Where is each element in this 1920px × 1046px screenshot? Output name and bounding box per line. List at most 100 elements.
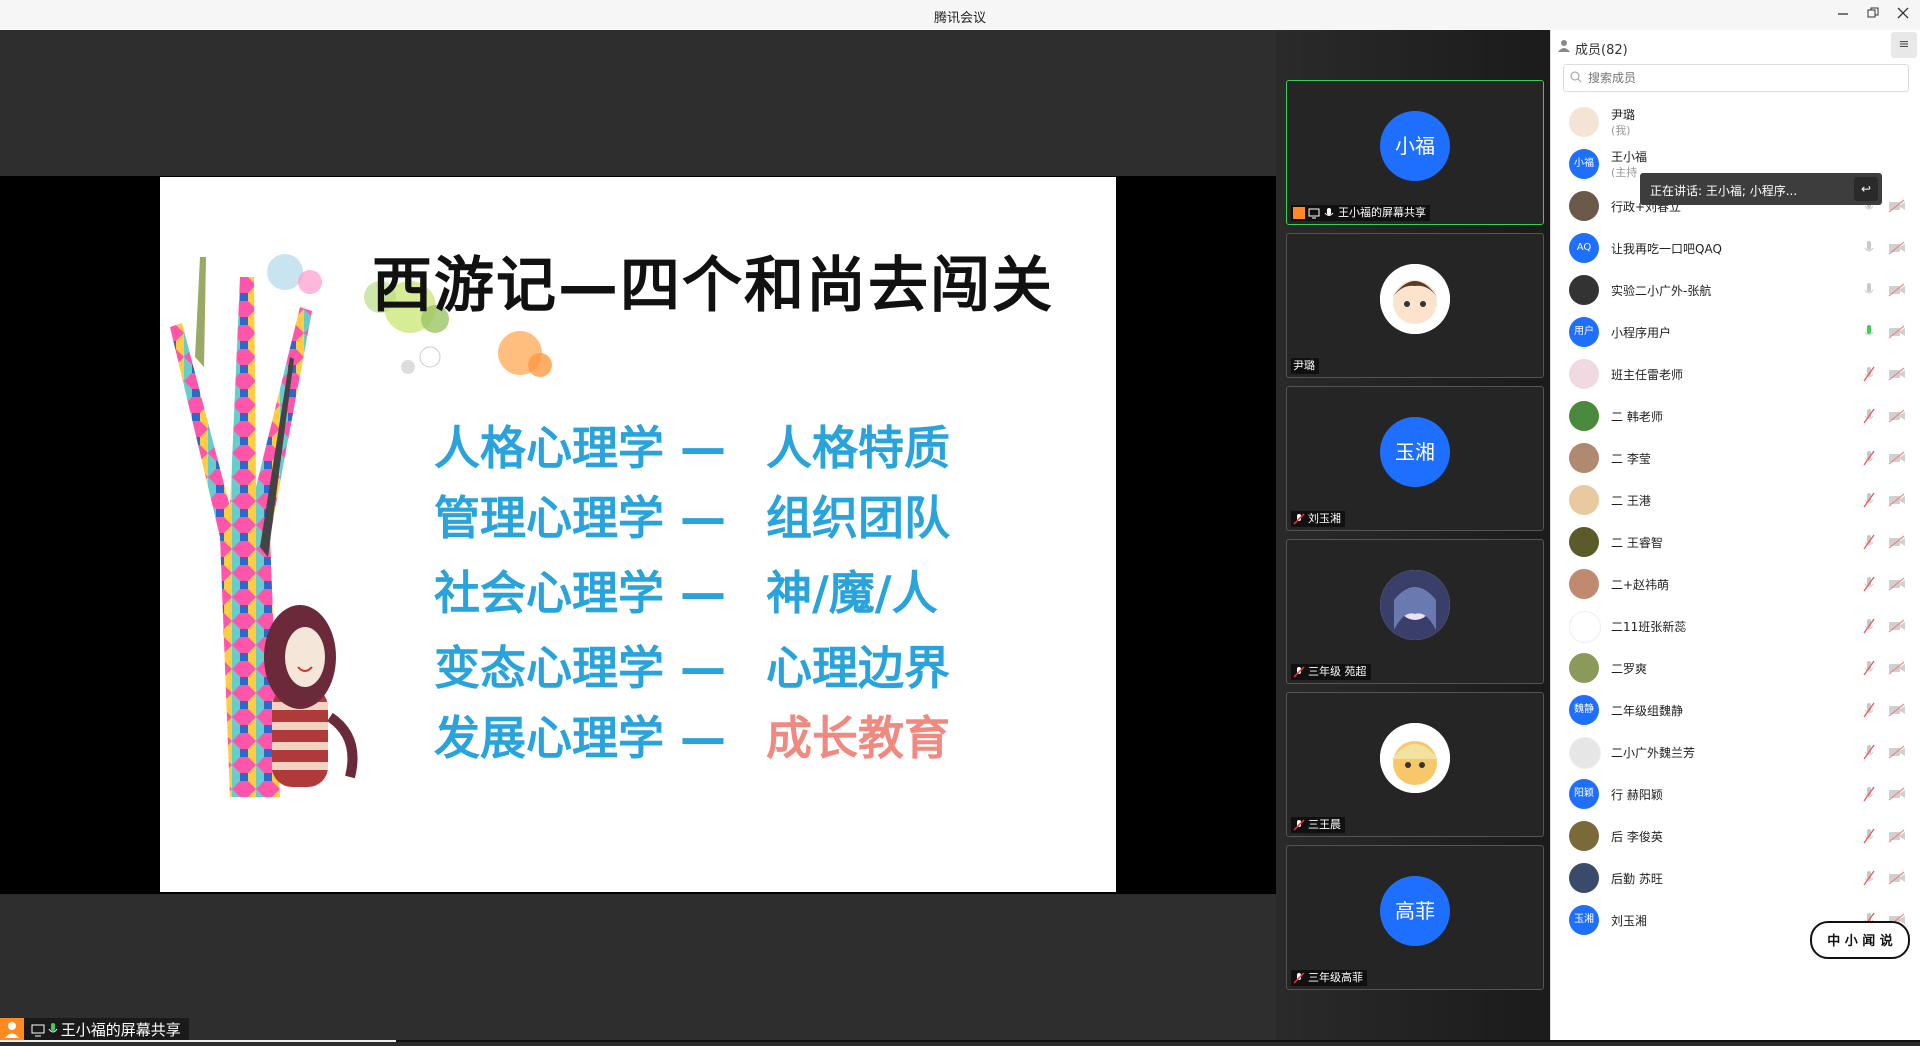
slide-line-right: 心理边界 xyxy=(766,641,950,695)
member-name: 刘玉湘 xyxy=(1611,914,1648,928)
mic-muted-icon[interactable] xyxy=(1863,660,1875,676)
camera-off-icon[interactable] xyxy=(1888,199,1906,213)
member-row[interactable]: 二 王港 xyxy=(1551,478,1920,522)
slide-line-right: 组织团队 xyxy=(766,491,950,545)
mic-muted-icon[interactable] xyxy=(1863,870,1875,886)
video-tile-name: 刘玉湘 xyxy=(1308,512,1341,525)
member-row[interactable]: 后勤 苏旺 xyxy=(1551,856,1920,900)
member-row[interactable]: 二 韩老师 xyxy=(1551,394,1920,438)
slide-line: 发展心理学 — 成长教育 xyxy=(434,702,950,768)
speaking-tooltip: 正在讲话: 王小福; 小程序... ↩ xyxy=(1640,173,1882,205)
camera-off-icon[interactable] xyxy=(1888,367,1906,381)
video-tile-label: 刘玉湘 xyxy=(1291,511,1345,527)
mic-muted-icon[interactable] xyxy=(1863,786,1875,802)
member-row[interactable]: 二+赵祎萌 xyxy=(1551,562,1920,606)
camera-off-icon[interactable] xyxy=(1888,283,1906,297)
member-row[interactable]: 尹璐 (我) xyxy=(1551,100,1920,144)
slide-line-left: 变态心理学 — xyxy=(434,641,727,695)
video-tile[interactable]: 三年级 苑超 xyxy=(1286,539,1544,684)
microphone-icon[interactable] xyxy=(1863,282,1875,298)
mic-muted-icon[interactable] xyxy=(1863,618,1875,634)
member-name: 二 王港 xyxy=(1611,494,1651,508)
video-tile[interactable]: 小福 王小福的屏幕共享 xyxy=(1286,80,1544,225)
member-name: 后勤 苏旺 xyxy=(1611,872,1663,886)
close-icon[interactable] xyxy=(1892,4,1914,26)
mic-muted-icon[interactable] xyxy=(1863,534,1875,550)
video-tile-strip: 小福 王小福的屏幕共享 尹璐 玉湘 刘玉湘 三年级 苑超 三王晨 高菲 三年级高… xyxy=(1276,30,1550,1042)
mic-muted-icon[interactable] xyxy=(1863,576,1875,592)
video-tile-label: 三王晨 xyxy=(1291,817,1345,833)
camera-off-icon[interactable] xyxy=(1888,535,1906,549)
member-row[interactable]: 阳颖行 赫阳颖 xyxy=(1551,772,1920,816)
video-tile[interactable]: 三王晨 xyxy=(1286,692,1544,837)
slide-line: 人格心理学 — 人格特质 xyxy=(434,412,950,478)
camera-off-icon[interactable] xyxy=(1888,325,1906,339)
mic-muted-icon[interactable] xyxy=(1863,408,1875,424)
member-search-input[interactable] xyxy=(1586,68,1900,88)
watermark-text: 中 小 闻 说 xyxy=(1827,934,1893,949)
camera-off-icon[interactable] xyxy=(1888,829,1906,843)
member-row[interactable]: 后 李俊英 xyxy=(1551,814,1920,858)
member-avatar xyxy=(1569,359,1599,389)
camera-off-icon[interactable] xyxy=(1888,703,1906,717)
member-avatar xyxy=(1569,107,1599,137)
camera-off-icon[interactable] xyxy=(1888,871,1906,885)
microphone-icon[interactable] xyxy=(1863,324,1875,340)
member-panel-header: 成员(82) ≡ xyxy=(1551,30,1920,62)
camera-off-icon[interactable] xyxy=(1888,577,1906,591)
mic-muted-icon[interactable] xyxy=(1863,744,1875,760)
window-titlebar: 腾讯会议 xyxy=(0,0,1920,31)
minimize-icon[interactable] xyxy=(1832,4,1854,26)
member-row[interactable]: 实验二小广外-张航 xyxy=(1551,268,1920,312)
member-name: 班主任雷老师 xyxy=(1611,368,1684,382)
reply-arrow-icon[interactable]: ↩ xyxy=(1854,177,1878,201)
camera-off-icon[interactable] xyxy=(1888,493,1906,507)
camera-off-icon[interactable] xyxy=(1888,745,1906,759)
member-row[interactable]: AQ 让我再吃一口吧QAQ xyxy=(1551,226,1920,270)
camera-off-icon[interactable] xyxy=(1888,241,1906,255)
member-row[interactable]: 二小广外魏兰芳 xyxy=(1551,730,1920,774)
slide-line-right: 神/魔/人 xyxy=(766,566,938,620)
camera-off-icon[interactable] xyxy=(1888,451,1906,465)
mic-muted-icon[interactable] xyxy=(1863,450,1875,466)
member-row[interactable]: 二 王睿智 xyxy=(1551,520,1920,564)
video-tile-name: 王小福的屏幕共享 xyxy=(1338,206,1426,219)
slide-line-left: 管理心理学 — xyxy=(434,491,727,545)
mic-muted-icon[interactable] xyxy=(1863,366,1875,382)
member-row[interactable]: 二罗爽 xyxy=(1551,646,1920,690)
member-name: 实验二小广外-张航 xyxy=(1611,284,1712,298)
camera-off-icon[interactable] xyxy=(1888,661,1906,675)
video-tile[interactable]: 尹璐 xyxy=(1286,233,1544,378)
video-tile[interactable]: 高菲 三年级高菲 xyxy=(1286,845,1544,990)
member-name: 二年级组魏静 xyxy=(1611,704,1684,718)
member-avatar: 阳颖 xyxy=(1569,779,1599,809)
hamburger-menu-icon[interactable]: ≡ xyxy=(1891,32,1917,58)
search-icon xyxy=(1570,71,1582,83)
microphone-icon[interactable] xyxy=(1863,240,1875,256)
camera-off-icon[interactable] xyxy=(1888,619,1906,633)
microphone-icon xyxy=(1323,207,1335,219)
member-row[interactable]: 二 李莹 xyxy=(1551,436,1920,480)
mic-muted-icon[interactable] xyxy=(1863,828,1875,844)
member-name: 二 韩老师 xyxy=(1611,410,1663,424)
member-avatar: 用户 xyxy=(1569,317,1599,347)
member-row[interactable]: 二11班张新蕊 xyxy=(1551,604,1920,648)
member-row[interactable]: 用户 小程序用户 xyxy=(1551,310,1920,354)
member-row[interactable]: 魏静 二年级组魏静 xyxy=(1551,688,1920,732)
member-row[interactable]: 班主任雷老师 xyxy=(1551,352,1920,396)
member-avatar xyxy=(1569,821,1599,851)
participant-avatar: 玉湘 xyxy=(1380,417,1450,487)
member-search[interactable] xyxy=(1563,64,1909,92)
restore-icon[interactable] xyxy=(1862,4,1884,26)
member-avatar: 小福 xyxy=(1569,149,1599,179)
camera-off-icon[interactable] xyxy=(1888,787,1906,801)
mic-muted-icon[interactable] xyxy=(1863,702,1875,718)
camera-off-icon[interactable] xyxy=(1888,409,1906,423)
member-avatar xyxy=(1569,485,1599,515)
member-avatar xyxy=(1569,443,1599,473)
video-tile[interactable]: 玉湘 刘玉湘 xyxy=(1286,386,1544,531)
member-avatar xyxy=(1569,191,1599,221)
member-avatar: 玉湘 xyxy=(1569,905,1599,935)
participant-avatar xyxy=(1380,570,1450,640)
mic-muted-icon[interactable] xyxy=(1863,492,1875,508)
